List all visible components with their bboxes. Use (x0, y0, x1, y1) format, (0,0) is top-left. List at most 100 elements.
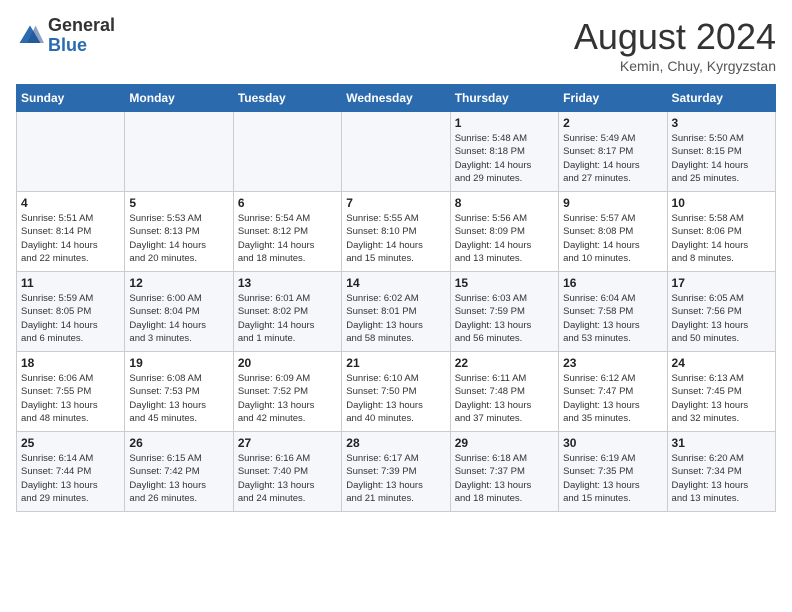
weekday-header: Saturday (667, 85, 775, 112)
day-number: 19 (129, 356, 228, 370)
calendar-cell: 14 Sunrise: 6:02 AM Sunset: 8:01 PM Dayli… (342, 272, 450, 352)
calendar-cell: 24 Sunrise: 6:13 AM Sunset: 7:45 PM Dayli… (667, 352, 775, 432)
day-detail: Sunrise: 5:57 AM Sunset: 8:08 PM Dayligh… (563, 212, 662, 265)
day-detail: Sunrise: 6:14 AM Sunset: 7:44 PM Dayligh… (21, 452, 120, 505)
day-detail: Sunrise: 6:12 AM Sunset: 7:47 PM Dayligh… (563, 372, 662, 425)
day-number: 1 (455, 116, 554, 130)
day-number: 7 (346, 196, 445, 210)
calendar-cell: 28 Sunrise: 6:17 AM Sunset: 7:39 PM Dayli… (342, 432, 450, 512)
calendar-table: SundayMondayTuesdayWednesdayThursdayFrid… (16, 84, 776, 512)
day-number: 6 (238, 196, 337, 210)
calendar-week-row: 11 Sunrise: 5:59 AM Sunset: 8:05 PM Dayli… (17, 272, 776, 352)
day-detail: Sunrise: 6:03 AM Sunset: 7:59 PM Dayligh… (455, 292, 554, 345)
day-detail: Sunrise: 6:18 AM Sunset: 7:37 PM Dayligh… (455, 452, 554, 505)
day-detail: Sunrise: 6:15 AM Sunset: 7:42 PM Dayligh… (129, 452, 228, 505)
calendar-cell: 2 Sunrise: 5:49 AM Sunset: 8:17 PM Daylig… (559, 112, 667, 192)
month-title: August 2024 (574, 16, 776, 58)
day-detail: Sunrise: 5:55 AM Sunset: 8:10 PM Dayligh… (346, 212, 445, 265)
day-detail: Sunrise: 6:00 AM Sunset: 8:04 PM Dayligh… (129, 292, 228, 345)
calendar-cell: 25 Sunrise: 6:14 AM Sunset: 7:44 PM Dayli… (17, 432, 125, 512)
day-number: 5 (129, 196, 228, 210)
calendar-cell: 5 Sunrise: 5:53 AM Sunset: 8:13 PM Daylig… (125, 192, 233, 272)
day-detail: Sunrise: 5:51 AM Sunset: 8:14 PM Dayligh… (21, 212, 120, 265)
calendar-cell: 9 Sunrise: 5:57 AM Sunset: 8:08 PM Daylig… (559, 192, 667, 272)
day-detail: Sunrise: 6:06 AM Sunset: 7:55 PM Dayligh… (21, 372, 120, 425)
day-detail: Sunrise: 6:08 AM Sunset: 7:53 PM Dayligh… (129, 372, 228, 425)
day-detail: Sunrise: 6:01 AM Sunset: 8:02 PM Dayligh… (238, 292, 337, 345)
day-number: 29 (455, 436, 554, 450)
weekday-header: Thursday (450, 85, 558, 112)
calendar-cell: 30Sunrise: 6:19 AM Sunset: 7:35 PM Dayli… (559, 432, 667, 512)
calendar-cell: 29 Sunrise: 6:18 AM Sunset: 7:37 PM Dayli… (450, 432, 558, 512)
title-block: August 2024 Kemin, Chuy, Kyrgyzstan (574, 16, 776, 74)
day-number: 30 (563, 436, 662, 450)
logo-icon (16, 22, 44, 50)
day-number: 26 (129, 436, 228, 450)
page-header: General Blue August 2024 Kemin, Chuy, Ky… (16, 16, 776, 74)
day-number: 21 (346, 356, 445, 370)
day-detail: Sunrise: 5:59 AM Sunset: 8:05 PM Dayligh… (21, 292, 120, 345)
weekday-header: Tuesday (233, 85, 341, 112)
calendar-cell: 12 Sunrise: 6:00 AM Sunset: 8:04 PM Dayli… (125, 272, 233, 352)
day-detail: Sunrise: 6:13 AM Sunset: 7:45 PM Dayligh… (672, 372, 771, 425)
calendar-cell: 27Sunrise: 6:16 AM Sunset: 7:40 PM Dayli… (233, 432, 341, 512)
calendar-cell: 8 Sunrise: 5:56 AM Sunset: 8:09 PM Daylig… (450, 192, 558, 272)
weekday-header: Monday (125, 85, 233, 112)
day-detail: Sunrise: 5:49 AM Sunset: 8:17 PM Dayligh… (563, 132, 662, 185)
day-number: 3 (672, 116, 771, 130)
day-detail: Sunrise: 5:50 AM Sunset: 8:15 PM Dayligh… (672, 132, 771, 185)
calendar-cell (125, 112, 233, 192)
calendar-cell: 20Sunrise: 6:09 AM Sunset: 7:52 PM Dayli… (233, 352, 341, 432)
day-number: 9 (563, 196, 662, 210)
weekday-header: Sunday (17, 85, 125, 112)
calendar-cell: 31 Sunrise: 6:20 AM Sunset: 7:34 PM Dayli… (667, 432, 775, 512)
day-detail: Sunrise: 6:20 AM Sunset: 7:34 PM Dayligh… (672, 452, 771, 505)
day-number: 13 (238, 276, 337, 290)
day-number: 14 (346, 276, 445, 290)
day-number: 8 (455, 196, 554, 210)
logo: General Blue (16, 16, 115, 56)
day-number: 31 (672, 436, 771, 450)
calendar-cell: 3 Sunrise: 5:50 AM Sunset: 8:15 PM Daylig… (667, 112, 775, 192)
day-number: 25 (21, 436, 120, 450)
day-number: 11 (21, 276, 120, 290)
calendar-cell (342, 112, 450, 192)
calendar-cell: 10 Sunrise: 5:58 AM Sunset: 8:06 PM Dayli… (667, 192, 775, 272)
day-detail: Sunrise: 6:05 AM Sunset: 7:56 PM Dayligh… (672, 292, 771, 345)
day-number: 24 (672, 356, 771, 370)
calendar-cell: 4Sunrise: 5:51 AM Sunset: 8:14 PM Daylig… (17, 192, 125, 272)
calendar-cell: 7 Sunrise: 5:55 AM Sunset: 8:10 PM Daylig… (342, 192, 450, 272)
calendar-week-row: 4Sunrise: 5:51 AM Sunset: 8:14 PM Daylig… (17, 192, 776, 272)
calendar-cell: 6Sunrise: 5:54 AM Sunset: 8:12 PM Daylig… (233, 192, 341, 272)
day-number: 12 (129, 276, 228, 290)
calendar-cell: 17Sunrise: 6:05 AM Sunset: 7:56 PM Dayli… (667, 272, 775, 352)
day-number: 2 (563, 116, 662, 130)
location: Kemin, Chuy, Kyrgyzstan (574, 58, 776, 74)
calendar-cell: 21 Sunrise: 6:10 AM Sunset: 7:50 PM Dayli… (342, 352, 450, 432)
day-number: 16 (563, 276, 662, 290)
day-detail: Sunrise: 6:16 AM Sunset: 7:40 PM Dayligh… (238, 452, 337, 505)
calendar-cell: 1Sunrise: 5:48 AM Sunset: 8:18 PM Daylig… (450, 112, 558, 192)
calendar-week-row: 25 Sunrise: 6:14 AM Sunset: 7:44 PM Dayli… (17, 432, 776, 512)
day-detail: Sunrise: 6:17 AM Sunset: 7:39 PM Dayligh… (346, 452, 445, 505)
day-number: 15 (455, 276, 554, 290)
calendar-cell: 15 Sunrise: 6:03 AM Sunset: 7:59 PM Dayli… (450, 272, 558, 352)
calendar-cell (233, 112, 341, 192)
calendar-cell: 22Sunrise: 6:11 AM Sunset: 7:48 PM Dayli… (450, 352, 558, 432)
logo-text: General Blue (48, 16, 115, 56)
day-detail: Sunrise: 6:10 AM Sunset: 7:50 PM Dayligh… (346, 372, 445, 425)
day-detail: Sunrise: 6:02 AM Sunset: 8:01 PM Dayligh… (346, 292, 445, 345)
day-number: 20 (238, 356, 337, 370)
day-number: 22 (455, 356, 554, 370)
day-detail: Sunrise: 5:53 AM Sunset: 8:13 PM Dayligh… (129, 212, 228, 265)
calendar-cell: 13 Sunrise: 6:01 AM Sunset: 8:02 PM Dayli… (233, 272, 341, 352)
weekday-header: Friday (559, 85, 667, 112)
weekday-header-row: SundayMondayTuesdayWednesdayThursdayFrid… (17, 85, 776, 112)
day-detail: Sunrise: 5:56 AM Sunset: 8:09 PM Dayligh… (455, 212, 554, 265)
calendar-cell: 19 Sunrise: 6:08 AM Sunset: 7:53 PM Dayli… (125, 352, 233, 432)
day-number: 10 (672, 196, 771, 210)
day-detail: Sunrise: 5:58 AM Sunset: 8:06 PM Dayligh… (672, 212, 771, 265)
day-detail: Sunrise: 6:04 AM Sunset: 7:58 PM Dayligh… (563, 292, 662, 345)
day-number: 28 (346, 436, 445, 450)
day-number: 23 (563, 356, 662, 370)
